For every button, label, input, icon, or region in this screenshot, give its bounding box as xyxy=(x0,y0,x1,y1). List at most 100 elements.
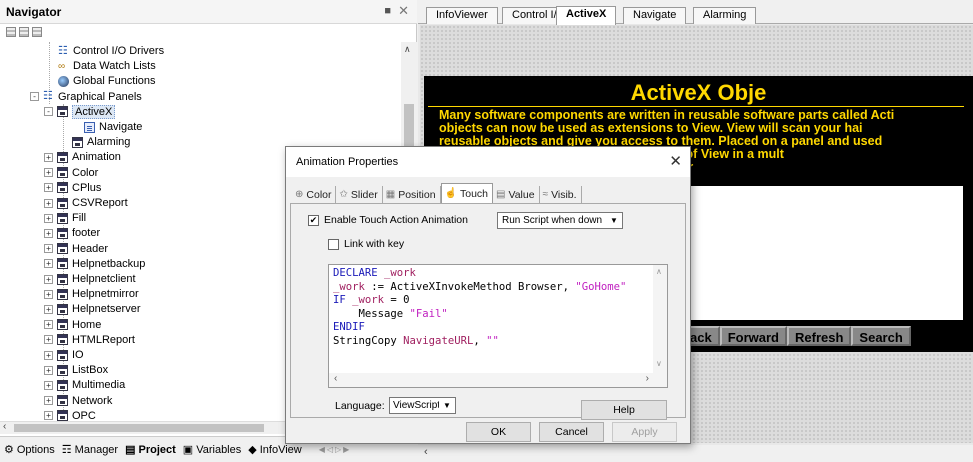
link-with-key-checkbox[interactable]: Link with key xyxy=(328,238,404,250)
browser-button-search[interactable]: Search xyxy=(851,326,911,346)
expand-icon[interactable]: + xyxy=(44,259,53,269)
tree-item[interactable]: + HTMLReport xyxy=(44,332,135,348)
doc-tab-navigate[interactable]: Navigate xyxy=(623,7,687,24)
panel-icon xyxy=(57,167,68,179)
tree-item[interactable]: + Animation xyxy=(44,149,121,165)
tree-item[interactable]: + IO xyxy=(44,347,84,363)
browser-button-forward[interactable]: Forward xyxy=(719,326,787,346)
expand-icon[interactable]: + xyxy=(44,244,53,254)
expand-icon[interactable]: + xyxy=(44,411,53,421)
expand-icon[interactable]: + xyxy=(44,152,53,162)
expand-icon[interactable]: + xyxy=(44,396,53,406)
tree-item[interactable]: - ActiveX xyxy=(44,104,116,120)
expand-icon[interactable]: + xyxy=(44,304,53,314)
expand-icon[interactable]: + xyxy=(44,213,53,223)
tree-item[interactable]: + Header xyxy=(44,241,108,257)
doc-tab-activex[interactable]: ActiveX xyxy=(556,6,617,25)
doc-tab-alarming[interactable]: Alarming xyxy=(693,7,757,24)
scroll-left-icon[interactable]: ‹ xyxy=(334,373,337,384)
tree-item[interactable]: + Fill xyxy=(44,210,86,226)
expand-all-icon[interactable] xyxy=(6,27,16,37)
bottom-tab-manager[interactable]: ☶ Manager xyxy=(62,443,118,457)
bottom-tab-variables[interactable]: ▣ Variables xyxy=(183,443,242,457)
tab-color[interactable]: ⊕ Color xyxy=(292,186,337,203)
checkbox-box[interactable] xyxy=(328,238,339,250)
tab-value[interactable]: ▤ Value xyxy=(493,186,540,203)
close-icon[interactable]: ✕ xyxy=(669,152,682,170)
tab-position[interactable]: ▦ Position xyxy=(383,186,441,203)
expand-icon[interactable]: + xyxy=(44,320,53,330)
tree-item[interactable]: ∞ Data Watch Lists xyxy=(58,58,156,74)
tree-item[interactable]: + Helpnetserver xyxy=(44,301,140,317)
bottom-tab-label: Variables xyxy=(196,443,242,456)
doc-tab-infoviewer[interactable]: InfoViewer xyxy=(426,7,498,24)
scroll-left-icon[interactable]: ‹ xyxy=(3,421,6,432)
expand-icon[interactable]: + xyxy=(44,198,53,208)
collapse-all-icon[interactable] xyxy=(19,27,29,37)
tree-item[interactable]: + Helpnetclient xyxy=(44,271,136,287)
expand-icon[interactable]: + xyxy=(44,365,53,375)
checkbox-box[interactable]: ✔ xyxy=(308,214,319,226)
tree-item[interactable]: Navigate xyxy=(84,119,142,135)
scroll-left-icon[interactable]: ‹ xyxy=(424,446,428,458)
expand-icon[interactable]: + xyxy=(44,350,53,360)
tree-item[interactable]: Alarming xyxy=(72,134,130,150)
tree-item[interactable]: + Helpnetbackup xyxy=(44,256,145,272)
expand-icon[interactable]: + xyxy=(44,168,53,178)
filter-icon[interactable] xyxy=(32,27,42,37)
scroll-right-icon[interactable]: › xyxy=(646,373,649,384)
tree-item[interactable]: + Network xyxy=(44,393,112,409)
help-button[interactable]: Help xyxy=(581,400,667,420)
tree-item[interactable]: ☷ Control I/O Drivers xyxy=(58,43,164,59)
ok-button[interactable]: OK xyxy=(466,422,531,442)
browser-button-refresh[interactable]: Refresh xyxy=(787,326,852,346)
navigator-toolbar xyxy=(0,24,417,42)
collapse-icon[interactable]: - xyxy=(30,92,39,102)
expand-icon[interactable]: + xyxy=(44,274,53,284)
browser-control[interactable] xyxy=(682,186,963,320)
pin-icon[interactable]: ■ xyxy=(384,5,391,17)
scroll-down-icon[interactable]: ∨ xyxy=(656,359,662,368)
tree-item[interactable]: + OPC xyxy=(44,408,96,422)
expand-icon[interactable]: + xyxy=(44,228,53,238)
touch-action-select[interactable]: Run Script when down ▼ xyxy=(497,212,623,229)
tree-item[interactable]: + Multimedia xyxy=(44,377,125,393)
cancel-button[interactable]: Cancel xyxy=(539,422,604,442)
scroll-up-icon[interactable]: ∧ xyxy=(404,44,411,55)
tree-item[interactable]: + Helpnetmirror xyxy=(44,286,139,302)
script-editor[interactable]: DECLARE _work _work := ActiveXInvokeMetho… xyxy=(328,264,668,388)
script-code[interactable]: DECLARE _work _work := ActiveXInvokeMetho… xyxy=(333,267,626,348)
tab-touch[interactable]: ☝ Touch xyxy=(440,183,494,203)
tree-item[interactable]: + CPlus xyxy=(44,180,101,196)
tree-item[interactable]: - ☷ Graphical Panels xyxy=(30,89,142,105)
tab-slider[interactable]: ✩ Slider xyxy=(336,186,383,203)
tree-item[interactable]: + footer xyxy=(44,225,100,241)
tree-item[interactable]: + Color xyxy=(44,165,98,181)
bottom-tab-project[interactable]: ▤ Project xyxy=(125,443,176,457)
language-select[interactable]: ViewScript ▼ xyxy=(389,397,456,414)
collapse-icon[interactable]: - xyxy=(44,107,53,117)
enable-touch-checkbox[interactable]: ✔ Enable Touch Action Animation xyxy=(308,214,468,226)
expand-icon[interactable]: + xyxy=(44,335,53,345)
dropdown-arrow-icon[interactable]: ▼ xyxy=(439,398,455,413)
tab-visib[interactable]: ≈ Visib. xyxy=(540,186,582,203)
tree-item[interactable]: Global Functions xyxy=(58,73,156,89)
expand-icon[interactable]: + xyxy=(44,289,53,299)
apply-button[interactable]: Apply xyxy=(612,422,677,442)
editor-vertical-scrollbar[interactable]: ∧ ∨ xyxy=(653,265,667,373)
dropdown-arrow-icon[interactable]: ▼ xyxy=(606,213,622,228)
expand-icon[interactable]: + xyxy=(44,183,53,193)
close-icon[interactable]: ✕ xyxy=(398,3,409,19)
scroll-thumb[interactable] xyxy=(14,424,264,432)
dialog-titlebar[interactable]: Animation Properties ✕ xyxy=(286,147,690,177)
tree-item[interactable]: + CSVReport xyxy=(44,195,128,211)
tree-item[interactable]: + ListBox xyxy=(44,362,108,378)
scroll-up-icon[interactable]: ∧ xyxy=(656,267,662,276)
canvas-horizontal-scrollbar[interactable]: ‹ xyxy=(418,445,973,462)
tree-item[interactable]: + Home xyxy=(44,317,101,333)
bottom-tab-infoview[interactable]: ◆ InfoView xyxy=(248,443,301,457)
expand-icon[interactable]: + xyxy=(44,380,53,390)
editor-horizontal-scrollbar[interactable]: ‹ › xyxy=(329,373,667,387)
tab-scroll-arrows[interactable]: ◀◁▷▶ xyxy=(319,445,352,454)
bottom-tab-options[interactable]: ⚙ Options xyxy=(4,443,55,457)
